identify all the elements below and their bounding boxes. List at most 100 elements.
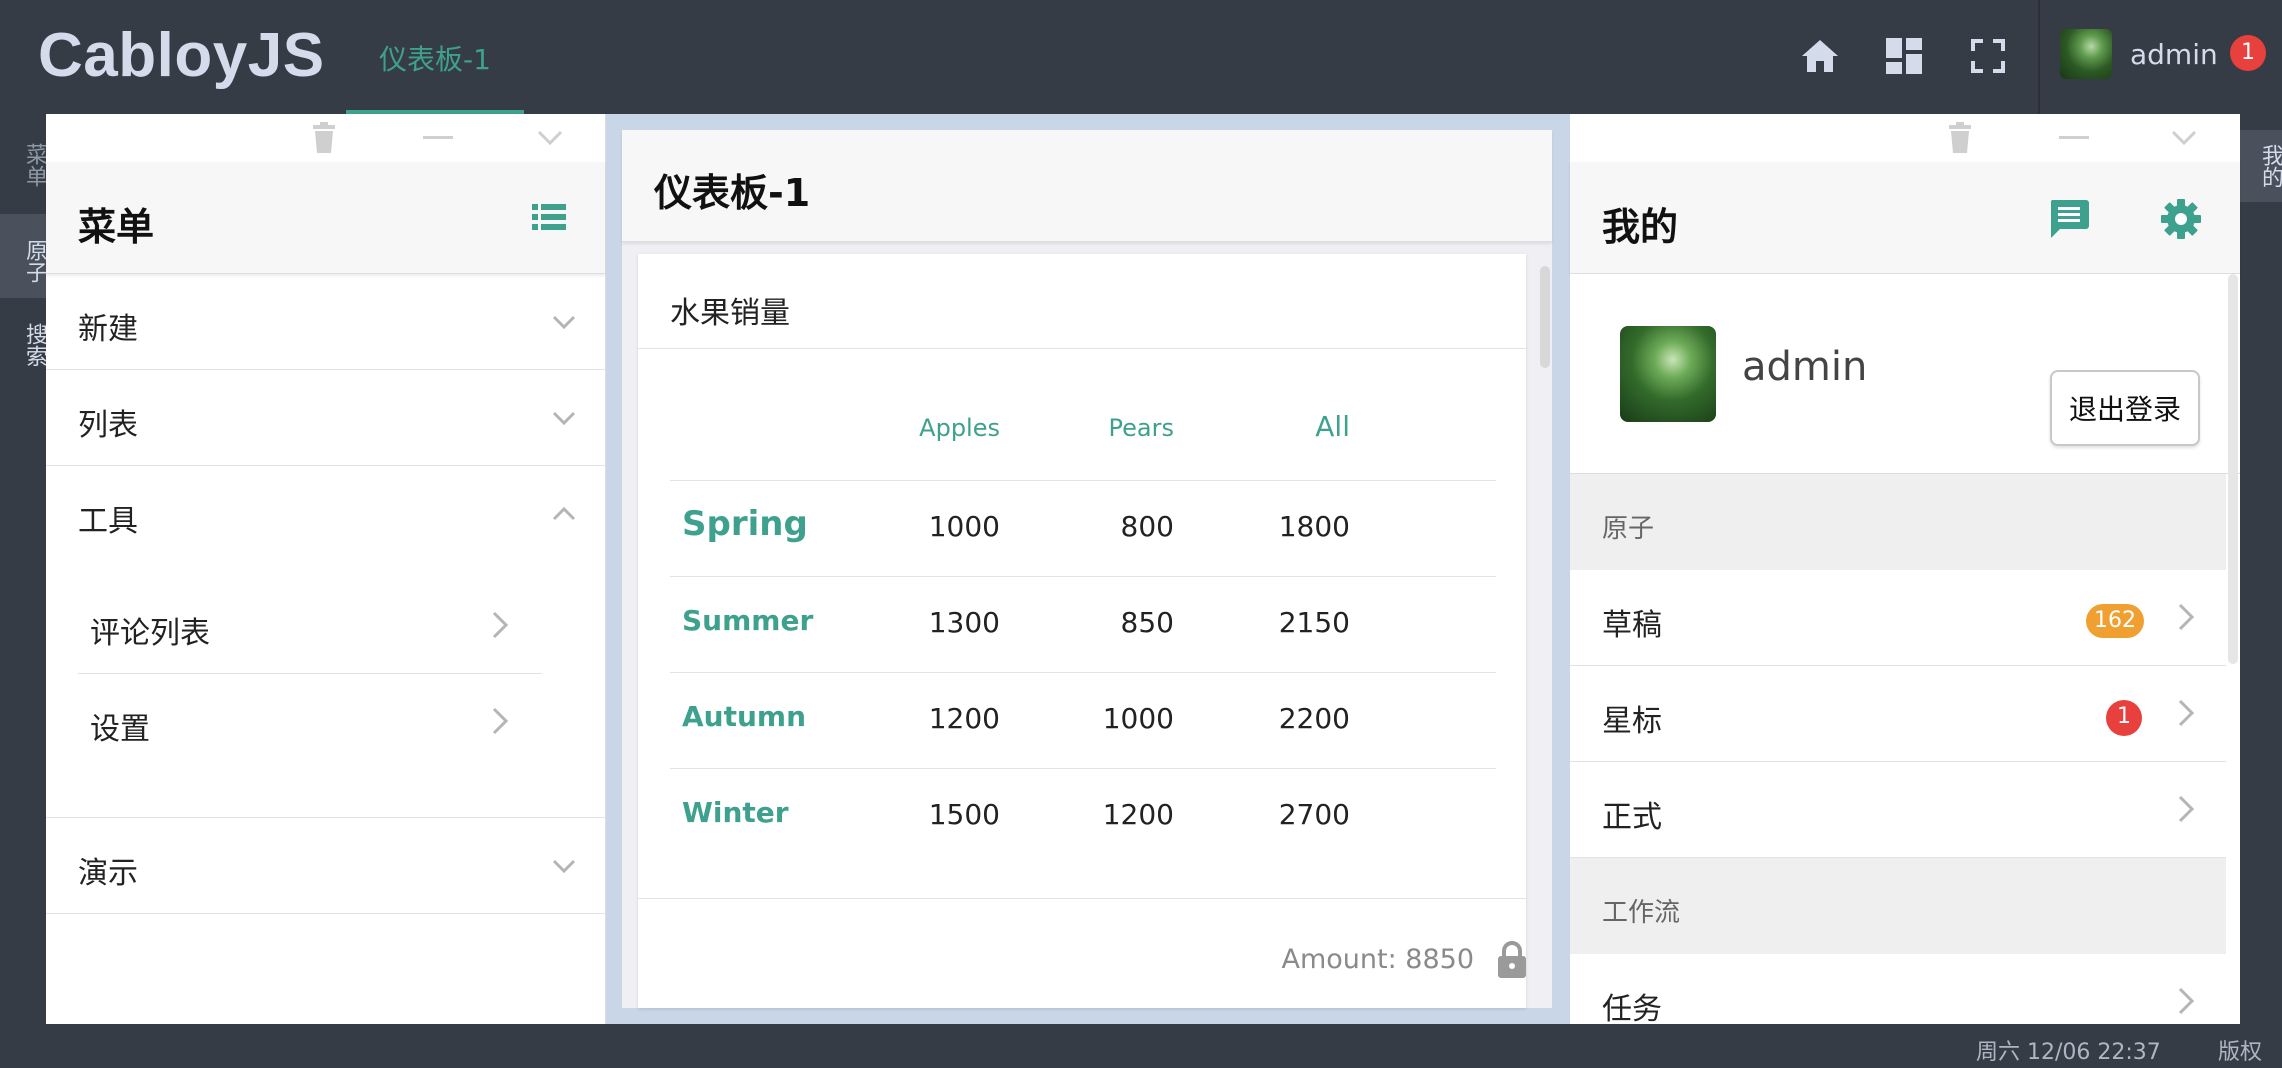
chevron-right-icon — [2178, 603, 2195, 631]
row-label-spring: Spring — [682, 504, 808, 544]
tab-label: 仪表板-1 — [379, 43, 491, 76]
collapse-icon[interactable] — [2166, 120, 2202, 156]
chevron-right-icon — [492, 707, 509, 735]
menu-subitem-settings[interactable]: 设置 — [78, 674, 542, 770]
column-header-apples: Apples — [919, 414, 1000, 442]
menu-item-label: 新建 — [78, 312, 138, 347]
vtab-search[interactable]: 搜索 — [0, 310, 47, 380]
scrollbar[interactable] — [2228, 274, 2238, 664]
right-vertical-tabbar: 我的 — [2240, 114, 2282, 1024]
tab-dashboard-1[interactable]: 仪表板-1 — [346, 0, 524, 114]
fruit-sales-card: 水果销量 Apples Pears All Spring 1000 800 18… — [638, 254, 1526, 1008]
list-item-formal[interactable]: 正式 — [1570, 762, 2226, 858]
copyright-link[interactable]: 版权 — [2218, 1034, 2262, 1066]
app-brand[interactable]: CabloyJS — [38, 20, 325, 91]
dashboard-panel: 仪表板-1 水果销量 Apples Pears All Spring 1000 … — [606, 114, 1570, 1024]
divider — [670, 768, 1496, 769]
top-divider — [2038, 0, 2040, 114]
cell-summer-pears: 850 — [1120, 606, 1174, 639]
list-item-label: 星标 — [1602, 704, 1662, 739]
chevron-down-icon — [552, 859, 576, 874]
profile-username: admin — [1742, 344, 1868, 390]
count-badge: 162 — [2086, 604, 2144, 638]
group-header-workflow: 工作流 — [1570, 858, 2226, 954]
divider — [638, 898, 1526, 899]
panel-toolbar — [46, 114, 605, 162]
minimize-icon[interactable] — [2056, 120, 2092, 156]
divider — [638, 348, 1526, 349]
left-vertical-tabbar: 菜单 原子 搜索 — [0, 114, 47, 1024]
menu-panel: 菜单 新建 列表 工具 评论列表 设置 演示 — [46, 114, 606, 1024]
cell-autumn-pears: 1000 — [1102, 702, 1174, 735]
avatar[interactable] — [1620, 326, 1716, 422]
chevron-right-icon — [2178, 699, 2195, 727]
menu-item-list[interactable]: 列表 — [46, 370, 606, 466]
home-icon[interactable] — [1798, 34, 1842, 78]
mine-header: 我的 — [1570, 162, 2240, 274]
gear-icon[interactable] — [2160, 198, 2202, 244]
message-icon[interactable] — [2048, 198, 2090, 244]
user-profile: admin 退出登录 — [1570, 274, 2240, 474]
menu-header: 菜单 — [46, 162, 605, 274]
chevron-down-icon — [552, 411, 576, 426]
cell-summer-apples: 1300 — [928, 606, 1000, 639]
top-username[interactable]: admin — [2130, 38, 2218, 71]
menu-subitem-label: 设置 — [90, 712, 150, 747]
datetime: 周六 12/06 22:37 — [1976, 1040, 2161, 1065]
cell-winter-apples: 1500 — [928, 798, 1000, 831]
chevron-up-icon — [552, 506, 576, 521]
panel-toolbar — [1570, 114, 2240, 162]
list-item-label: 任务 — [1602, 992, 1662, 1027]
dashboard-icon[interactable] — [1882, 34, 1926, 78]
row-label-summer: Summer — [682, 604, 814, 637]
menu-item-label: 演示 — [78, 856, 138, 891]
minimize-icon[interactable] — [420, 120, 456, 156]
list-item-starred[interactable]: 星标 1 — [1570, 666, 2226, 762]
vtab-atom[interactable]: 原子 — [0, 214, 47, 298]
vtab-menu[interactable]: 菜单 — [0, 130, 47, 200]
menu-item-demo[interactable]: 演示 — [46, 818, 606, 914]
panel-title: 我的 — [1602, 205, 1679, 249]
divider — [670, 672, 1496, 673]
page-title: 仪表板-1 — [654, 171, 811, 215]
trash-icon[interactable] — [306, 120, 342, 156]
cell-winter-all: 2700 — [1278, 798, 1350, 831]
dashboard-page: 仪表板-1 水果销量 Apples Pears All Spring 1000 … — [622, 130, 1552, 1008]
trash-icon[interactable] — [1942, 120, 1978, 156]
dashboard-header: 仪表板-1 — [622, 130, 1552, 242]
menu-item-new[interactable]: 新建 — [46, 274, 606, 370]
card-title: 水果销量 — [670, 296, 790, 331]
scrollbar[interactable] — [1540, 266, 1550, 368]
cell-spring-pears: 800 — [1120, 510, 1174, 543]
lock-icon[interactable] — [1496, 940, 1528, 984]
group-header-atom: 原子 — [1570, 474, 2226, 570]
avatar[interactable] — [2060, 29, 2112, 79]
list-item-label: 草稿 — [1602, 608, 1662, 643]
column-header-all: All — [1315, 410, 1350, 443]
list-item-label: 正式 — [1602, 800, 1662, 835]
logout-button[interactable]: 退出登录 — [2050, 370, 2200, 446]
chevron-down-icon — [552, 315, 576, 330]
cell-winter-pears: 1200 — [1102, 798, 1174, 831]
count-badge: 1 — [2106, 700, 2142, 736]
collapse-icon[interactable] — [532, 120, 568, 156]
list-view-icon[interactable] — [532, 202, 566, 236]
menu-item-label: 工具 — [78, 504, 138, 539]
mine-panel: 我的 admin 退出登录 原子 草稿 162 星标 1 正式 工作流 任务 — [1570, 114, 2240, 1050]
row-label-winter: Winter — [682, 796, 789, 829]
divider — [670, 576, 1496, 577]
divider — [670, 480, 1496, 481]
list-item-drafts[interactable]: 草稿 162 — [1570, 570, 2226, 666]
chevron-right-icon — [2178, 987, 2195, 1015]
vtab-mine[interactable]: 我的 — [2240, 130, 2282, 202]
menu-item-tools[interactable]: 工具 评论列表 设置 — [46, 466, 606, 818]
top-navbar: CabloyJS 仪表板-1 admin 1 — [0, 0, 2282, 114]
cell-spring-apples: 1000 — [928, 510, 1000, 543]
cell-summer-all: 2150 — [1278, 606, 1350, 639]
chevron-right-icon — [492, 611, 509, 639]
panel-title: 菜单 — [78, 205, 155, 249]
cell-spring-all: 1800 — [1278, 510, 1350, 543]
group-label: 工作流 — [1602, 898, 1681, 928]
menu-subitem-comment-list[interactable]: 评论列表 — [78, 578, 542, 674]
fullscreen-icon[interactable] — [1966, 34, 2010, 78]
